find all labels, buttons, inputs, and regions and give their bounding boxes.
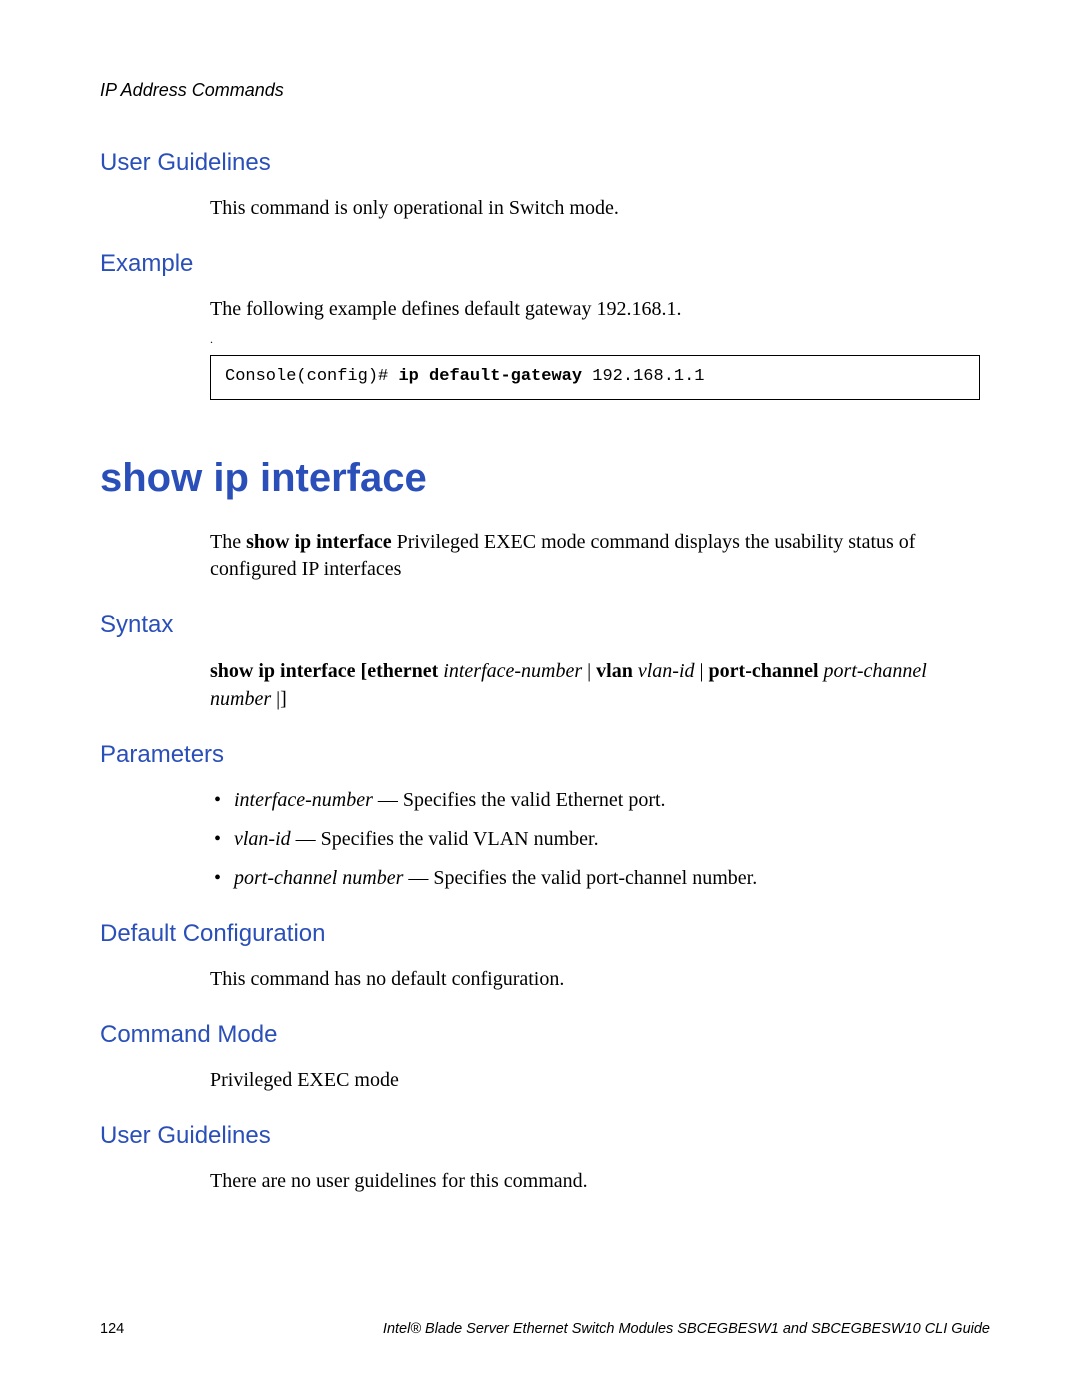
parameter-term: interface-number bbox=[234, 789, 373, 811]
heading-command-mode: Command Mode bbox=[100, 1021, 990, 1049]
text: The bbox=[210, 531, 246, 553]
body-command-intro: The show ip interface Privileged EXEC mo… bbox=[210, 529, 980, 583]
list-item: interface-number — Specifies the valid E… bbox=[210, 787, 980, 814]
paragraph: This command is only operational in Swit… bbox=[210, 195, 980, 222]
body-command-mode: Privileged EXEC mode bbox=[210, 1067, 980, 1094]
syntax-italic: vlan-id bbox=[638, 660, 695, 682]
parameter-term: port-channel number bbox=[234, 867, 403, 889]
code-prefix: Console(config)# bbox=[225, 367, 398, 386]
heading-user-guidelines-1: User Guidelines bbox=[100, 149, 990, 177]
syntax-bold: vlan bbox=[596, 660, 638, 682]
heading-parameters: Parameters bbox=[100, 741, 990, 769]
code-box: Console(config)# ip default-gateway 192.… bbox=[210, 355, 980, 400]
paragraph-dot: . bbox=[210, 331, 980, 347]
syntax-sep: | bbox=[582, 660, 596, 682]
syntax-bold: show ip interface bbox=[210, 660, 361, 682]
list-item: vlan-id — Specifies the valid VLAN numbe… bbox=[210, 826, 980, 853]
paragraph: This command has no default configuratio… bbox=[210, 966, 980, 993]
heading-command: show ip interface bbox=[100, 456, 990, 501]
body-default-configuration: This command has no default configuratio… bbox=[210, 966, 980, 993]
parameter-desc: — Specifies the valid Ethernet port. bbox=[373, 789, 666, 811]
syntax-bold: port-channel bbox=[709, 660, 824, 682]
syntax-bold: ethernet bbox=[367, 660, 443, 682]
document-page: IP Address Commands User Guidelines This… bbox=[0, 0, 1080, 1397]
body-user-guidelines-2: There are no user guidelines for this co… bbox=[210, 1168, 980, 1195]
paragraph: The show ip interface Privileged EXEC mo… bbox=[210, 529, 980, 583]
code-suffix: 192.168.1.1 bbox=[582, 367, 704, 386]
footer-title: Intel® Blade Server Ethernet Switch Modu… bbox=[164, 1321, 990, 1337]
parameter-desc: — Specifies the valid VLAN number. bbox=[291, 828, 599, 850]
code-command: ip default-gateway bbox=[398, 367, 582, 386]
syntax-line: show ip interface [ethernet interface-nu… bbox=[210, 657, 980, 713]
page-footer: 124 Intel® Blade Server Ethernet Switch … bbox=[100, 1321, 990, 1337]
page-number: 124 bbox=[100, 1321, 124, 1337]
running-header: IP Address Commands bbox=[100, 80, 990, 101]
body-parameters: interface-number — Specifies the valid E… bbox=[210, 787, 980, 892]
parameter-desc: — Specifies the valid port-channel numbe… bbox=[403, 867, 757, 889]
body-syntax: show ip interface [ethernet interface-nu… bbox=[210, 657, 980, 713]
parameter-term: vlan-id bbox=[234, 828, 291, 850]
paragraph: Privileged EXEC mode bbox=[210, 1067, 980, 1094]
body-user-guidelines-1: This command is only operational in Swit… bbox=[210, 195, 980, 222]
list-item: port-channel number — Specifies the vali… bbox=[210, 865, 980, 892]
heading-example: Example bbox=[100, 250, 990, 278]
heading-default-configuration: Default Configuration bbox=[100, 920, 990, 948]
parameter-list: interface-number — Specifies the valid E… bbox=[210, 787, 980, 892]
syntax-italic: interface-number bbox=[443, 660, 582, 682]
body-example: The following example defines default ga… bbox=[210, 296, 980, 400]
syntax-sep: | bbox=[695, 660, 709, 682]
syntax-tail: |] bbox=[271, 688, 287, 710]
paragraph: The following example defines default ga… bbox=[210, 296, 980, 323]
heading-syntax: Syntax bbox=[100, 611, 990, 639]
bold-command-name: show ip interface bbox=[246, 531, 392, 553]
paragraph: There are no user guidelines for this co… bbox=[210, 1168, 980, 1195]
heading-user-guidelines-2: User Guidelines bbox=[100, 1122, 990, 1150]
